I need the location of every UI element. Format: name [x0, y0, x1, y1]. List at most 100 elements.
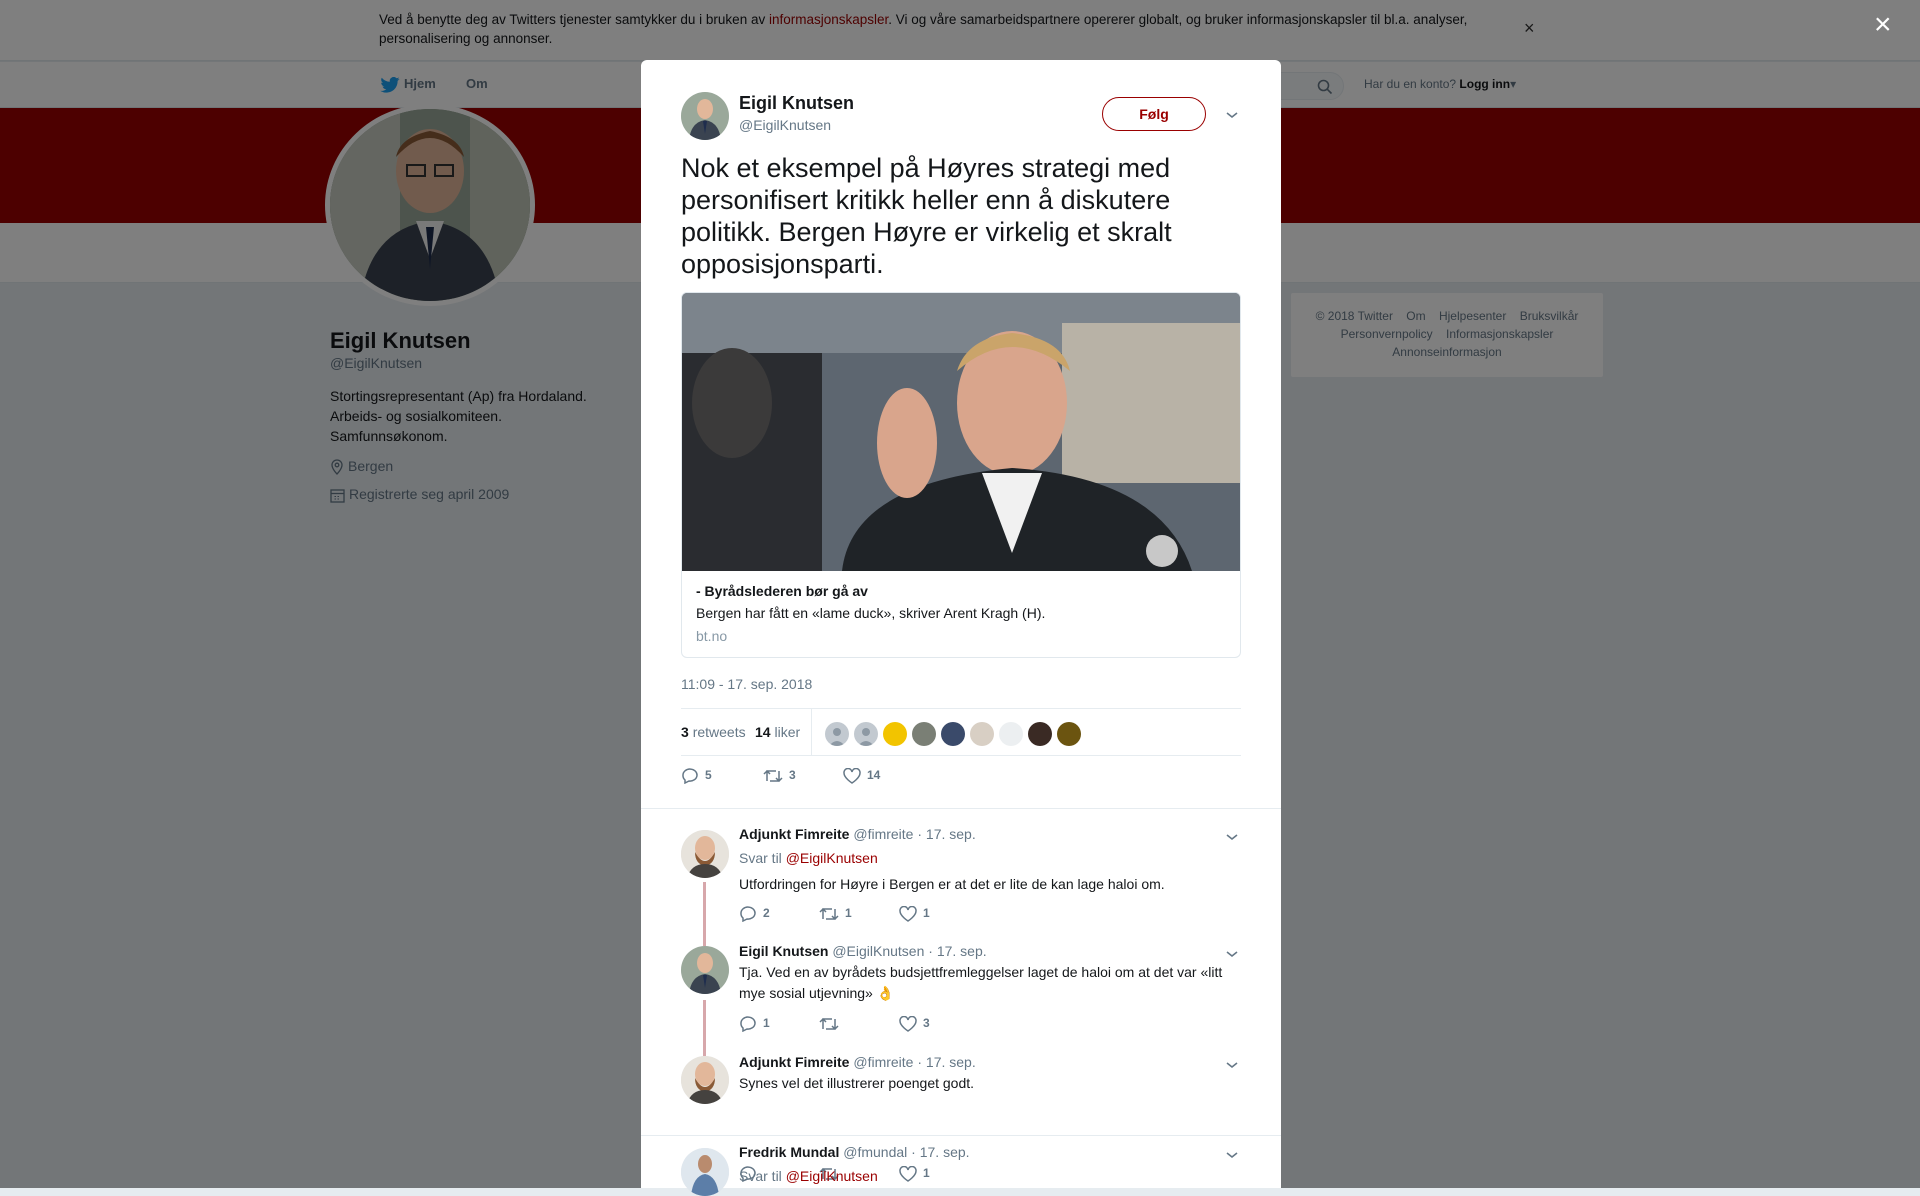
tweet-modal: Eigil Knutsen @EigilKnutsen Følg Nok et …	[641, 60, 1281, 1196]
like-count: 1	[923, 906, 930, 921]
retweet-label: retweets	[692, 724, 746, 740]
reply-author-handle[interactable]: @fimreite	[853, 826, 913, 842]
like-stat[interactable]: 14 liker	[755, 724, 800, 740]
retweet-stat[interactable]: 3 retweets	[681, 724, 746, 740]
reply-text: Tja. Ved en av byrådets budsjettfremlegg…	[739, 964, 1223, 1001]
like-count-action: 14	[867, 768, 881, 783]
reply-to: Svar til @EigilKnutsen	[739, 1168, 878, 1184]
reply-count: 2	[763, 906, 770, 921]
reply-to-link[interactable]: @EigilKnutsen	[786, 1168, 878, 1184]
thread-line	[703, 1000, 706, 1056]
author-avatar-image	[681, 92, 729, 140]
reply-avatar-image	[681, 830, 729, 878]
retweet-count: 1	[845, 906, 852, 921]
like-button[interactable]: 1	[899, 905, 930, 922]
liker-avatar[interactable]	[1057, 722, 1081, 746]
like-button[interactable]: 14	[843, 767, 881, 784]
link-card-image	[682, 293, 1240, 571]
reply-date[interactable]: · 17. sep.	[911, 1144, 969, 1160]
author-avatar[interactable]	[681, 92, 729, 140]
retweet-icon	[819, 907, 839, 921]
chevron-down-icon[interactable]	[1225, 110, 1239, 120]
author-name[interactable]: Eigil Knutsen	[739, 93, 854, 114]
like-count: 3	[923, 1016, 930, 1031]
like-count: 14	[755, 724, 771, 740]
reply-date[interactable]: · 17. sep.	[917, 826, 975, 842]
tweet-text: Nok et eksempel på Høyres strategi med p…	[681, 153, 1172, 279]
reply-avatar-image	[681, 1148, 729, 1196]
like-button[interactable]: 3	[899, 1015, 930, 1032]
reply-to-link[interactable]: @EigilKnutsen	[786, 850, 878, 866]
reply-icon	[682, 768, 698, 785]
close-icon[interactable]: ×	[1874, 10, 1892, 40]
reply-text: Synes vel det illustrerer poenget godt.	[739, 1075, 975, 1091]
reply-count: 1	[763, 1016, 770, 1031]
liker-avatar[interactable]	[883, 722, 907, 746]
heart-icon	[899, 1165, 917, 1182]
reply-author-name[interactable]: Eigil Knutsen	[739, 943, 828, 959]
reply-icon	[740, 1016, 756, 1033]
reply-to: Svar til @EigilKnutsen	[739, 850, 878, 866]
reply-avatar[interactable]	[681, 946, 729, 994]
retweet-icon	[763, 769, 783, 783]
reply-header: Adjunkt Fimreite @fimreite · 17. sep.	[739, 826, 976, 842]
reply-avatar[interactable]	[681, 1056, 729, 1104]
reply-author-name[interactable]: Fredrik Mundal	[739, 1144, 839, 1160]
reply-icon	[740, 906, 756, 923]
liker-avatar[interactable]	[941, 722, 965, 746]
liker-avatar[interactable]	[970, 722, 994, 746]
tweet-stats: 3 retweets 14 liker	[681, 708, 1241, 756]
thread-line	[703, 882, 706, 946]
like-label: liker	[774, 724, 801, 740]
liker-avatar[interactable]	[854, 722, 878, 746]
reply-avatar[interactable]	[681, 830, 729, 878]
reply-button[interactable]: 5	[681, 768, 712, 785]
reply-to-label: Svar til	[739, 1168, 782, 1184]
retweet-icon	[819, 1017, 839, 1031]
chevron-down-icon[interactable]	[1225, 949, 1239, 959]
reply-author-handle[interactable]: @fimreite	[853, 1054, 913, 1070]
heart-icon	[899, 905, 917, 922]
liker-avatar[interactable]	[825, 722, 849, 746]
reply-author-handle[interactable]: @fmundal	[843, 1144, 907, 1160]
liker-avatar[interactable]	[912, 722, 936, 746]
reply-author-name[interactable]: Adjunkt Fimreite	[739, 826, 849, 842]
like-count: 1	[923, 1166, 930, 1181]
heart-icon	[843, 767, 861, 784]
reply-text: Utfordringen for Høyre i Bergen er at de…	[739, 876, 1165, 892]
replies-divider	[641, 808, 1281, 809]
reply-button[interactable]: 1	[739, 1016, 770, 1033]
chevron-down-icon[interactable]	[1225, 832, 1239, 842]
link-card-title: - Byrådslederen bør gå av	[696, 583, 868, 599]
reply-avatar[interactable]	[681, 1148, 729, 1196]
link-card[interactable]: - Byrådslederen bør gå av Bergen har fåt…	[681, 292, 1241, 658]
retweet-button[interactable]: 3	[763, 768, 796, 784]
stats-divider	[811, 709, 812, 755]
reply-avatar-image	[681, 946, 729, 994]
retweet-count: 3	[681, 724, 689, 740]
reply-divider	[641, 1135, 1281, 1136]
link-card-domain: bt.no	[696, 628, 728, 644]
reply-date[interactable]: · 17. sep.	[917, 1054, 975, 1070]
author-handle[interactable]: @EigilKnutsen	[739, 117, 831, 133]
retweet-count-action: 3	[789, 768, 796, 783]
reply-date[interactable]: · 17. sep.	[928, 943, 986, 959]
chevron-down-icon[interactable]	[1225, 1150, 1239, 1160]
reply-header: Eigil Knutsen @EigilKnutsen · 17. sep.	[739, 943, 987, 959]
heart-icon	[899, 1015, 917, 1032]
reply-count: 5	[705, 768, 712, 783]
like-button[interactable]: 1	[899, 1165, 930, 1182]
liker-avatar[interactable]	[999, 722, 1023, 746]
retweet-button[interactable]	[819, 1016, 845, 1032]
follow-button[interactable]: Følg	[1102, 97, 1206, 131]
chevron-down-icon[interactable]	[1225, 1060, 1239, 1070]
reply-avatar-image	[681, 1056, 729, 1104]
retweet-button[interactable]: 1	[819, 906, 852, 922]
reply-button[interactable]: 2	[739, 906, 770, 923]
tweet-timestamp[interactable]: 11:09 - 17. sep. 2018	[681, 676, 812, 692]
link-card-description: Bergen har fått en «lame duck», skriver …	[696, 605, 1046, 621]
reply-author-handle[interactable]: @EigilKnutsen	[832, 943, 924, 959]
liker-avatar[interactable]	[1028, 722, 1052, 746]
reply-author-name[interactable]: Adjunkt Fimreite	[739, 1054, 849, 1070]
reply-header: Fredrik Mundal @fmundal · 17. sep.	[739, 1144, 970, 1160]
